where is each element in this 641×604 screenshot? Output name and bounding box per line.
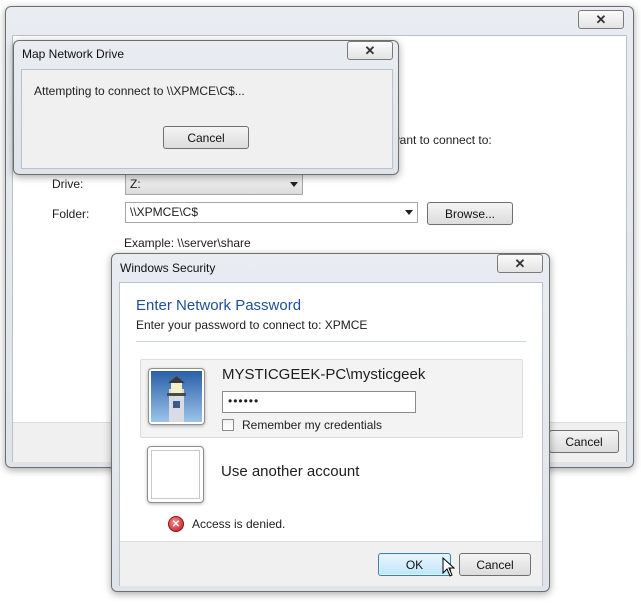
map-dialog-client-area: Attempting to connect to \\XPMCE\C$... C… bbox=[21, 69, 393, 169]
account-tile-selected[interactable]: MYSTICGEEK-PC\mysticgeek •••••• Remember… bbox=[140, 359, 523, 438]
password-value: •••••• bbox=[228, 394, 260, 408]
access-denied-message: Access is denied. bbox=[192, 517, 286, 531]
map-dialog-close-button[interactable]: ✕ bbox=[347, 41, 393, 60]
close-icon: ✕ bbox=[595, 11, 607, 27]
main-window-close-button[interactable]: ✕ bbox=[578, 10, 624, 29]
use-another-account-label: Use another account bbox=[221, 463, 360, 480]
security-dialog-title: Windows Security bbox=[120, 261, 216, 275]
folder-label: Folder: bbox=[52, 207, 90, 221]
map-dialog-message: Attempting to connect to \\XPMCE\C$... bbox=[34, 84, 245, 98]
main-window-heading: want to connect to: bbox=[391, 133, 492, 147]
password-input[interactable]: •••••• bbox=[222, 391, 416, 413]
blank-avatar-icon bbox=[147, 446, 204, 503]
security-dialog-client-area: Enter Network Password Enter your passwo… bbox=[119, 282, 543, 586]
folder-input[interactable]: \\XPMCE\C$ bbox=[125, 202, 418, 223]
ok-button[interactable]: OK bbox=[378, 553, 451, 576]
divider bbox=[136, 341, 526, 342]
error-icon: ✕ bbox=[168, 516, 184, 532]
close-icon: ✕ bbox=[514, 255, 526, 271]
browse-button[interactable]: Browse... bbox=[427, 202, 513, 225]
enter-network-password-heading: Enter Network Password bbox=[136, 297, 302, 314]
chevron-down-icon bbox=[405, 210, 413, 215]
account-name: MYSTICGEEK-PC\mysticgeek bbox=[222, 366, 426, 383]
chevron-down-icon bbox=[290, 182, 298, 187]
windows-security-dialog: Windows Security ✕ Enter Network Passwor… bbox=[111, 253, 550, 592]
mouse-cursor-icon bbox=[442, 557, 456, 577]
map-dialog-title: Map Network Drive bbox=[22, 47, 125, 61]
drive-select[interactable]: Z: bbox=[125, 174, 303, 195]
account-tile-other[interactable]: Use another account bbox=[140, 444, 523, 506]
lighthouse-avatar-icon bbox=[151, 371, 202, 422]
security-cancel-button[interactable]: Cancel bbox=[459, 553, 531, 576]
connect-subtext: Enter your password to connect to: XPMCE bbox=[136, 318, 368, 332]
main-cancel-button[interactable]: Cancel bbox=[549, 430, 619, 453]
remember-credentials-label[interactable]: Remember my credentials bbox=[242, 418, 382, 432]
drive-select-value: Z: bbox=[130, 177, 141, 191]
folder-input-value: \\XPMCE\C$ bbox=[130, 205, 199, 219]
example-text: Example: \\server\share bbox=[124, 236, 251, 250]
user-avatar-frame bbox=[148, 368, 205, 425]
security-dialog-close-button[interactable]: ✕ bbox=[497, 254, 543, 273]
map-dialog-cancel-button[interactable]: Cancel bbox=[163, 126, 249, 149]
remember-credentials-checkbox[interactable] bbox=[222, 419, 234, 431]
map-network-drive-dialog: Map Network Drive ✕ Attempting to connec… bbox=[13, 40, 399, 175]
close-icon: ✕ bbox=[364, 42, 376, 58]
drive-label: Drive: bbox=[52, 177, 84, 191]
